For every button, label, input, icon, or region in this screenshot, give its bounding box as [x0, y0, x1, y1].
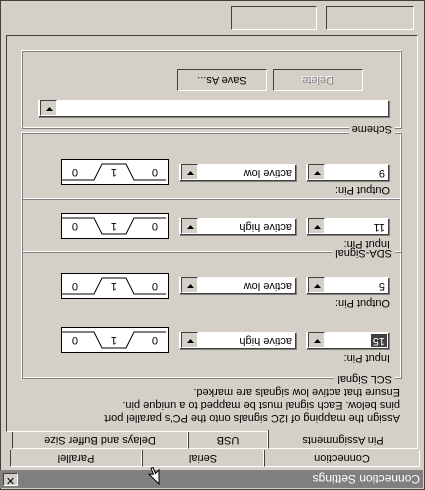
scl-input-pin-label: Input Pin: [343, 352, 390, 364]
tab-label: USB [216, 434, 240, 446]
sda-output-pin-select[interactable]: 9 [306, 164, 390, 182]
sda-output-pin-label: Output Pin: [334, 184, 390, 196]
selected-value: active high [239, 335, 292, 347]
sda-output-waveform: 0 1 0 [61, 159, 169, 185]
selected-value: 11 [373, 221, 385, 233]
scheme-select[interactable] [38, 100, 390, 118]
pin-assignments-panel: Assign the mapping of I2C signals onto t… [6, 35, 418, 432]
button-label: Save As... [197, 74, 247, 86]
tab-parallel[interactable]: Parallel [10, 450, 142, 467]
wave-label-left: 0 [151, 280, 158, 292]
wave-label-left: 0 [151, 334, 158, 346]
sda-input-pin-label: Input Pin: [343, 238, 390, 250]
scl-input-pin-select[interactable]: 15 [306, 332, 390, 350]
wave-label-right: 0 [71, 280, 78, 292]
selected-value: 9 [378, 167, 385, 179]
scl-output-pin-select[interactable]: 5 [306, 277, 390, 295]
dropdown-arrow-icon[interactable] [308, 332, 325, 348]
selected-value: active low [243, 280, 292, 292]
connection-settings-window: Connection Settings ✕ Connection Serial … [0, 0, 425, 490]
scl-output-pin-label: Output Pin: [334, 297, 390, 309]
tab-serial[interactable]: Serial [142, 450, 264, 467]
tab-label: Delays and Buffer Size [44, 434, 156, 446]
scl-input-polarity-select[interactable]: active high [179, 332, 297, 350]
wave-label-right: 0 [71, 334, 78, 346]
scl-input-waveform: 0 1 0 [61, 327, 169, 353]
mouse-cursor-icon [147, 466, 160, 485]
title-bar: Connection Settings ✕ [0, 470, 423, 488]
description-line-1: Assign the mapping of I2C signals onto t… [104, 412, 400, 424]
dropdown-arrow-icon[interactable] [308, 218, 325, 234]
tab-label: Parallel [57, 452, 95, 464]
description-line-2: pins below. Each signal must be mapped t… [122, 399, 400, 411]
dialog-button-2[interactable] [231, 6, 317, 30]
dropdown-arrow-icon[interactable] [181, 218, 198, 234]
dropdown-arrow-icon[interactable] [181, 164, 198, 180]
wave-label-mid: 1 [110, 280, 117, 292]
scl-output-waveform: 0 1 0 [61, 273, 169, 299]
wave-label-left: 0 [151, 166, 158, 178]
save-as-button[interactable]: Save As... [177, 69, 267, 91]
button-label: Delete [302, 74, 334, 86]
dropdown-arrow-icon[interactable] [181, 332, 198, 348]
tab-label: Pin Assignments [302, 434, 384, 446]
tab-delays-buffer[interactable]: Delays and Buffer Size [12, 432, 188, 449]
dropdown-arrow-icon[interactable] [40, 100, 57, 116]
wave-label-mid: 1 [110, 166, 117, 178]
scheme-legend: Scheme [348, 123, 395, 135]
description-line-3: Ensure that active low signals are marke… [193, 386, 400, 398]
dialog-button-1[interactable] [326, 6, 414, 30]
wave-label-mid: 1 [110, 220, 117, 232]
tab-label: Serial [188, 452, 218, 464]
close-icon: ✕ [5, 474, 16, 486]
wave-label-right: 0 [71, 166, 78, 178]
wave-label-right: 0 [71, 220, 78, 232]
sda-input-polarity-select[interactable]: active high [179, 218, 297, 236]
sda-input-waveform: 0 1 0 [61, 213, 169, 239]
sda-input-pin-select[interactable]: 11 [306, 218, 390, 236]
selected-value: active high [239, 221, 292, 233]
sda-output-polarity-select[interactable]: active low [179, 164, 297, 182]
window-title: Connection Settings [312, 472, 420, 486]
selected-value: 15 [370, 334, 387, 347]
dropdown-arrow-icon[interactable] [308, 277, 325, 293]
dropdown-arrow-icon[interactable] [181, 277, 198, 293]
scl-signal-legend: SCL Signal [334, 373, 395, 385]
scl-output-polarity-select[interactable]: active low [179, 277, 297, 295]
tab-connection[interactable]: Connection [264, 450, 420, 467]
selected-value: 5 [378, 280, 385, 292]
wave-label-left: 0 [151, 220, 158, 232]
dropdown-arrow-icon[interactable] [308, 164, 325, 180]
tab-pin-assignments[interactable]: Pin Assignments [268, 430, 418, 449]
tab-usb[interactable]: USB [188, 432, 268, 449]
wave-label-mid: 1 [110, 334, 117, 346]
selected-value: active low [243, 167, 292, 179]
delete-scheme-button[interactable]: Delete [273, 69, 363, 91]
close-button[interactable]: ✕ [3, 473, 18, 486]
tab-label: Connection [314, 452, 370, 464]
